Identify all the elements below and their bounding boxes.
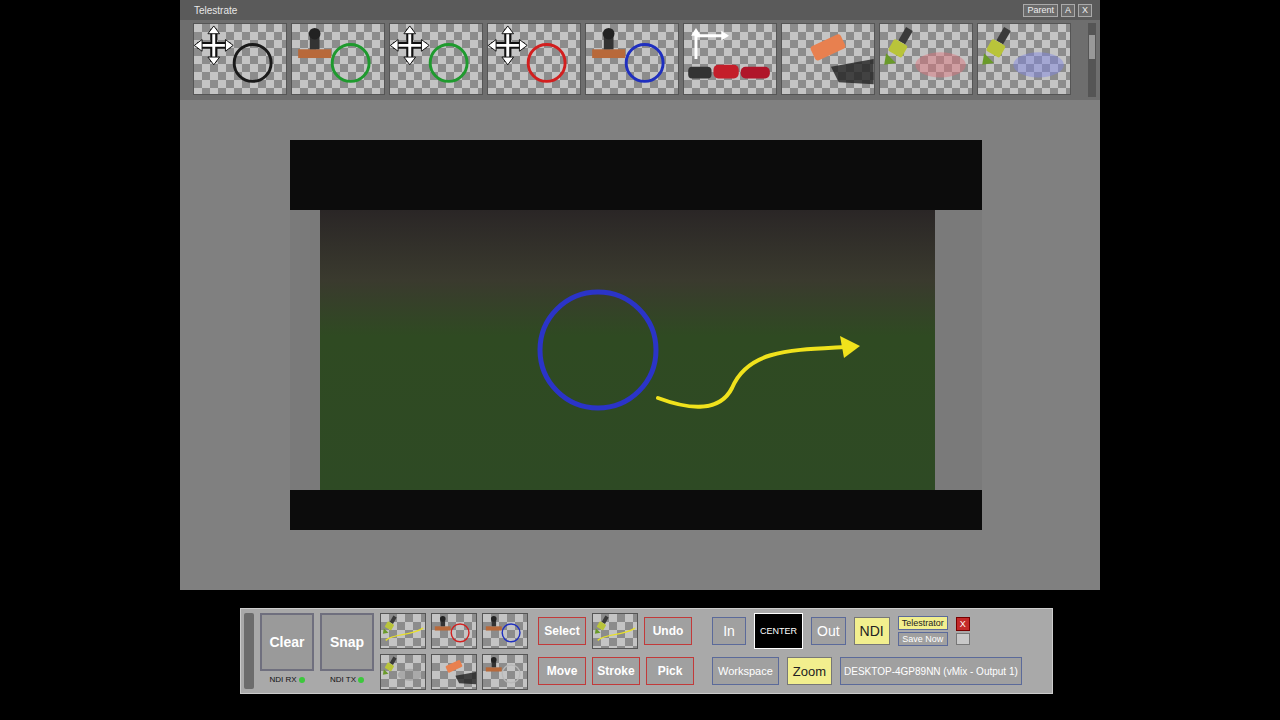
video-frame	[320, 210, 935, 490]
window-title: Telestrate	[194, 5, 237, 16]
circle-mark[interactable]	[540, 292, 656, 408]
title-button[interactable]: A	[1061, 4, 1075, 17]
title-bar[interactable]: Telestrate ParentAX	[180, 0, 1100, 20]
zoom-button[interactable]: NDI	[854, 617, 890, 645]
title-button[interactable]: Parent	[1023, 4, 1058, 17]
toolbar	[180, 20, 1100, 100]
workspace-button[interactable]: Workspace	[712, 657, 779, 685]
save-now-button[interactable]: Save Now	[898, 632, 948, 646]
action-button[interactable]: Undo	[644, 617, 692, 645]
right-backdrop	[1100, 0, 1280, 590]
action-button[interactable]: Move	[538, 657, 586, 685]
title-button[interactable]: X	[1078, 4, 1092, 17]
preview-frame	[290, 140, 982, 530]
telestrate-window: Telestrate ParentAX	[180, 0, 1100, 590]
ndi-status: NDI RX	[269, 675, 304, 684]
brush-icon	[381, 655, 425, 689]
brush-line-icon	[593, 614, 637, 648]
screen: Telestrate ParentAX Clear NDI RX Snap ND…	[0, 0, 1280, 720]
control-panel: Clear NDI RX Snap NDI TX Select Undo Move…	[240, 608, 1053, 694]
stage	[180, 100, 1100, 590]
move-circle-icon	[488, 24, 580, 94]
tool-tile[interactable]	[389, 23, 483, 95]
tool-tile[interactable]	[487, 23, 581, 95]
clear-button[interactable]: Clear	[260, 613, 314, 671]
tool-tile[interactable]	[193, 23, 287, 95]
actions: Select Undo MoveStrokePick	[538, 613, 694, 685]
close-button[interactable]: X	[956, 617, 970, 631]
tool-tile[interactable]	[977, 23, 1071, 95]
brush-icon	[880, 24, 972, 94]
action-button[interactable]: Pick	[646, 657, 694, 685]
eraser-icon	[782, 24, 874, 94]
left-backdrop	[0, 0, 180, 590]
stamp-circle-icon	[292, 24, 384, 94]
snap-button[interactable]: Snap	[320, 613, 374, 671]
drag-handle[interactable]	[244, 613, 254, 689]
telestration-overlay	[320, 210, 935, 490]
telestrator-button[interactable]: Telestrator	[898, 616, 948, 630]
move-circle-icon	[390, 24, 482, 94]
stamp-circle-icon	[432, 614, 476, 648]
current-tool[interactable]	[592, 613, 638, 649]
tool-tile[interactable]	[879, 23, 973, 95]
tool-tile[interactable]	[683, 23, 777, 95]
preset-tile[interactable]	[380, 654, 426, 690]
preset-tile[interactable]	[380, 613, 426, 649]
status-dot	[299, 677, 305, 683]
zoom-toggle[interactable]: Zoom	[787, 657, 832, 685]
tool-tile[interactable]	[781, 23, 875, 95]
preset-tile[interactable]	[431, 613, 477, 649]
action-button[interactable]: Select	[538, 617, 586, 645]
action-button[interactable]: Stroke	[592, 657, 640, 685]
bottom-area: Clear NDI RX Snap NDI TX Select Undo Move…	[0, 590, 1280, 720]
preset-tile[interactable]	[482, 613, 528, 649]
brush-line-icon	[381, 614, 425, 648]
tool-presets	[380, 613, 528, 690]
ndi-status: NDI TX	[330, 675, 364, 684]
brush-icon	[978, 24, 1070, 94]
zoom-button[interactable]: In	[712, 617, 746, 645]
arrow-mark[interactable]	[658, 336, 860, 407]
toolbar-scrollbar[interactable]	[1088, 23, 1096, 97]
stamp-circle-icon	[483, 614, 527, 648]
minimize-box[interactable]	[956, 633, 970, 645]
stamp-circle-icon	[483, 655, 527, 689]
tool-tile[interactable]	[585, 23, 679, 95]
tool-tile[interactable]	[291, 23, 385, 95]
eraser-icon	[432, 655, 476, 689]
status-dot	[358, 677, 364, 683]
preset-tile[interactable]	[431, 654, 477, 690]
zoom-button[interactable]: CENTER	[754, 613, 803, 649]
preset-tile[interactable]	[482, 654, 528, 690]
stamp-circle-icon	[586, 24, 678, 94]
output-select[interactable]: DESKTOP-4GP89NN (vMix - Output 1)	[840, 657, 1022, 685]
zoom-button[interactable]: Out	[811, 617, 846, 645]
move-circle-icon	[194, 24, 286, 94]
path-icon	[684, 24, 776, 94]
